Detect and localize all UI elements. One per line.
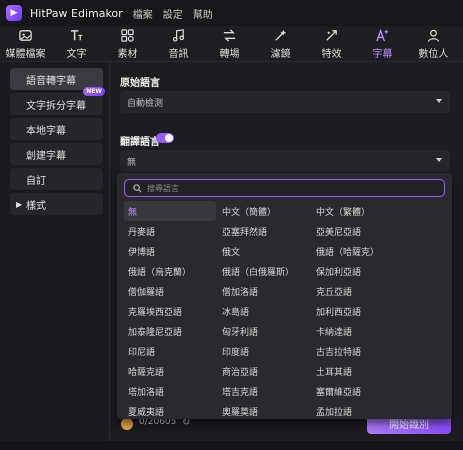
language-option[interactable]: 中文（簡體）: [218, 201, 310, 221]
language-search[interactable]: [124, 179, 445, 197]
language-option[interactable]: 亞塞拜然語: [218, 221, 310, 241]
language-option[interactable]: 土耳其語: [312, 361, 404, 381]
language-option[interactable]: 孟加拉語: [312, 401, 404, 421]
title-bar: ▶ HitPaw Edimakor 檔案 設定 幫助: [0, 0, 463, 26]
filter-icon: [275, 29, 287, 41]
language-option[interactable]: 加泰隆尼亞語: [124, 321, 216, 341]
tool-text-label: 文字: [66, 49, 87, 60]
sidebar-item-label: 自訂: [26, 175, 46, 187]
media-icon: [19, 30, 32, 41]
sidebar-item-text-split[interactable]: 文字拆分字幕 NEW: [10, 87, 105, 115]
language-option[interactable]: 僧加洛語: [218, 281, 310, 301]
language-option[interactable]: 哈薩克語: [124, 361, 216, 381]
sidebar-item-label: 文字拆分字幕: [26, 100, 86, 112]
language-option[interactable]: 俄語（哈薩克）: [312, 241, 404, 261]
app-logo-icon: ▶: [6, 5, 22, 21]
tool-transition-label: 轉場: [219, 49, 240, 60]
language-options-grid: 無中文（簡體） 中文（繁體） 丹麥語 亞塞拜然語 亞美尼亞語 伊博語 俄文 俄語（哈薩克） 俄語…: [124, 201, 445, 421]
tool-assets[interactable]: 素材: [102, 26, 153, 62]
transition-icon: [223, 29, 236, 42]
tool-audio[interactable]: 音訊: [153, 26, 204, 62]
tool-subtitle-label: 字幕: [372, 49, 393, 60]
language-option[interactable]: 僧伽羅語: [124, 281, 216, 301]
chevron-down-icon: [436, 158, 442, 162]
tool-effects[interactable]: 特效: [306, 26, 357, 62]
sidebar-item-local-subtitle[interactable]: 本地字幕: [10, 118, 103, 140]
language-option[interactable]: 丹麥語: [124, 221, 216, 241]
language-option[interactable]: 俄語（烏克蘭）: [124, 261, 216, 281]
language-option[interactable]: 加利西亞語: [312, 301, 404, 321]
music-icon: [172, 29, 185, 42]
app-title: HitPaw Edimakor: [30, 6, 123, 20]
avatar-icon: [427, 29, 440, 42]
sidebar-item-custom[interactable]: 自訂: [10, 168, 103, 190]
tool-subtitle[interactable]: 字幕: [357, 26, 408, 62]
sidebar-item-style[interactable]: ▶ 樣式: [10, 193, 103, 215]
source-language-select[interactable]: 自動檢測: [120, 91, 450, 113]
sidebar-item-label: 本地字幕: [26, 125, 66, 137]
new-badge: NEW: [83, 87, 105, 96]
menu-file[interactable]: 檔案: [133, 6, 153, 21]
language-option[interactable]: 塔吉克語: [218, 381, 310, 401]
search-icon: [133, 183, 142, 192]
translate-language-label: 翻譯語言: [120, 137, 160, 148]
source-language-label: 原始語言: [120, 78, 160, 89]
language-option[interactable]: 塔加洛語: [124, 381, 216, 401]
text-icon: [70, 30, 83, 41]
translate-language-value: 無: [127, 157, 137, 168]
chevron-down-icon: [436, 99, 442, 103]
language-option[interactable]: 伊博語: [124, 241, 216, 261]
language-option[interactable]: 塞爾維亞語: [312, 381, 404, 401]
tool-effects-label: 特效: [321, 49, 342, 60]
subtitle-sidebar: 語音轉字幕 文字拆分字幕 NEW 本地字幕 創建字幕 自訂 ▶ 樣式: [0, 62, 110, 450]
language-option[interactable]: 克丘亞語: [312, 281, 404, 301]
sidebar-item-label: 樣式: [26, 200, 46, 212]
tool-digital-human[interactable]: 數位人: [408, 26, 459, 62]
language-option[interactable]: 商治亞語: [218, 361, 310, 381]
bottom-strip: [0, 441, 463, 450]
caret-right-icon: ▶: [16, 199, 23, 209]
language-option[interactable]: 印尼語: [124, 341, 216, 361]
language-option[interactable]: 匈牙利語: [218, 321, 310, 341]
translate-language-select[interactable]: 無: [120, 150, 450, 172]
tool-digital-human-label: 數位人: [418, 49, 449, 60]
tool-transition[interactable]: 轉場: [204, 26, 255, 62]
menu-settings[interactable]: 設定: [163, 6, 183, 21]
effects-icon: [326, 30, 337, 41]
tool-text[interactable]: 文字: [51, 26, 102, 62]
tool-filter-label: 濾鏡: [270, 49, 291, 60]
sidebar-item-label: 創建字幕: [26, 150, 66, 162]
language-dropdown: 無中文（簡體）中文（繁體）丹麥語亞塞拜然語亞美尼亞語伊博語俄文俄語（哈薩克）俄語…: [117, 173, 452, 419]
language-option[interactable]: 亞美尼亞語: [312, 221, 404, 241]
subtitle-icon: [376, 28, 389, 42]
language-option[interactable]: 俄語（白俄羅斯）: [218, 261, 310, 281]
language-option[interactable]: 克羅埃西亞語: [124, 301, 216, 321]
language-option[interactable]: 奧羅莫語: [218, 401, 310, 421]
language-option[interactable]: 印度語: [218, 341, 310, 361]
assets-icon: [121, 29, 134, 42]
sidebar-item-label: 語音轉字幕: [26, 75, 76, 87]
tool-media-label: 媒體檔案: [5, 49, 46, 60]
source-language-value: 自動檢測: [127, 98, 164, 109]
tool-filter[interactable]: 濾鏡: [255, 26, 306, 62]
language-option[interactable]: 冰島語: [218, 301, 310, 321]
menu-help[interactable]: 幫助: [193, 6, 213, 21]
sidebar-item-create-subtitle[interactable]: 創建字幕: [10, 143, 103, 165]
main-toolbar: 媒體檔案 文字 素材 音訊 轉場 濾鏡 特效 字幕 數位人: [0, 26, 463, 62]
language-option[interactable]: 夏威夷語: [124, 401, 216, 421]
language-option[interactable]: 俄文: [218, 241, 310, 261]
tool-audio-label: 音訊: [168, 49, 189, 60]
language-option[interactable]: 保加利亞語: [312, 261, 404, 281]
tool-assets-label: 素材: [117, 49, 138, 60]
language-search-input[interactable]: [147, 183, 427, 193]
language-option[interactable]: 卡納達語: [312, 321, 404, 341]
translate-toggle[interactable]: [156, 133, 174, 143]
language-option[interactable]: 古吉拉特語: [312, 341, 404, 361]
language-option[interactable]: 無: [124, 201, 216, 221]
language-option[interactable]: 中文（繁體）: [312, 201, 404, 221]
tool-media[interactable]: 媒體檔案: [0, 26, 51, 62]
